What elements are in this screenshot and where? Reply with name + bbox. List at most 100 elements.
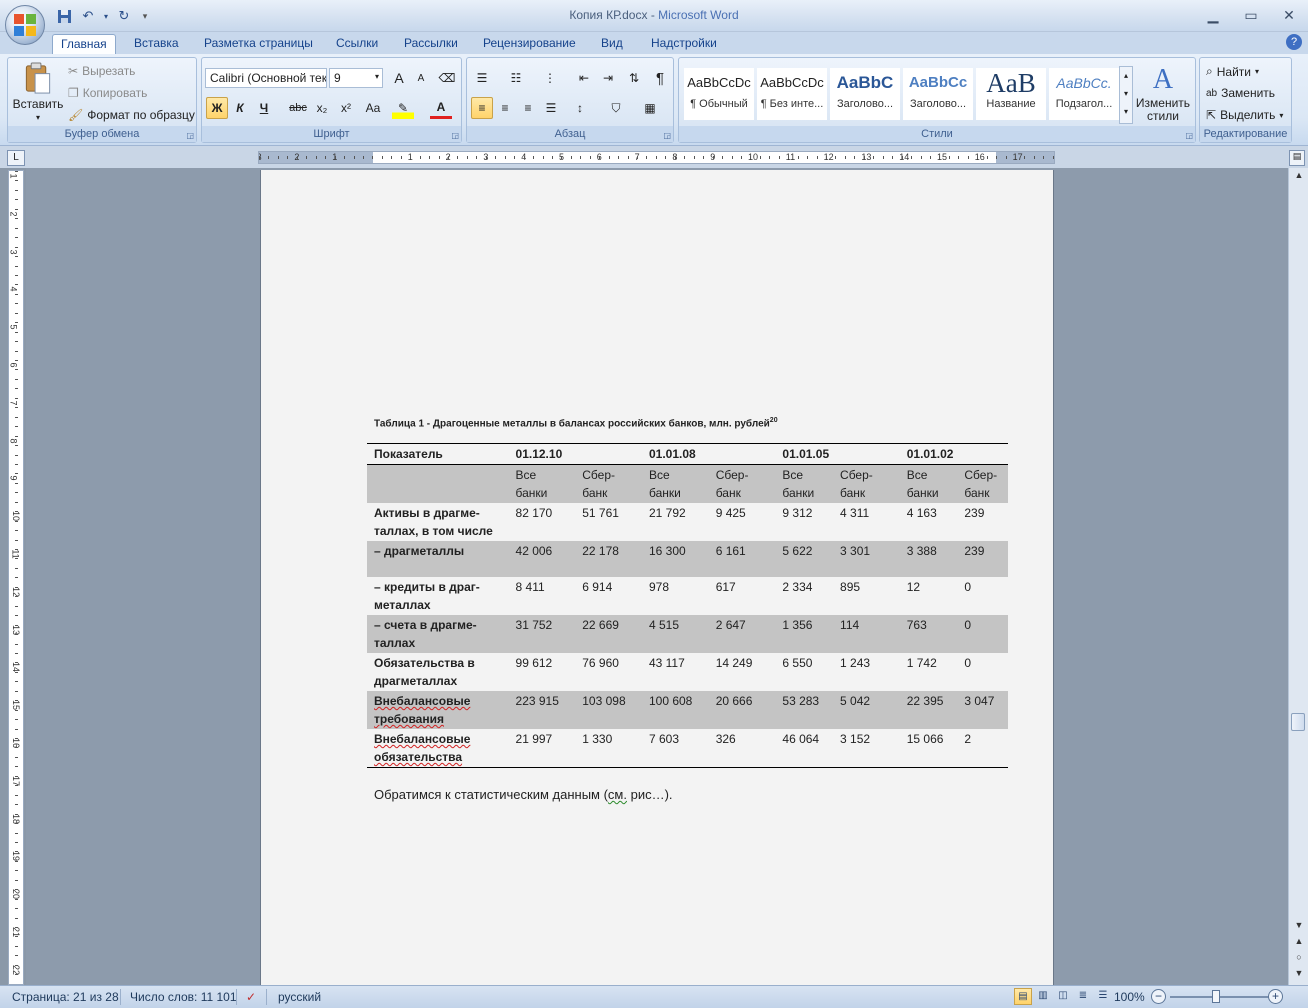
tab-view[interactable]: Вид: [593, 34, 631, 54]
spellcheck-icon[interactable]: ✓: [246, 990, 256, 1004]
zoom-in-icon[interactable]: +: [1268, 989, 1283, 1004]
style-title[interactable]: AaB Название: [976, 68, 1046, 120]
styles-group: AaBbCcDc ¶ Обычный AaBbCcDc ¶ Без инте..…: [678, 57, 1196, 143]
ruler-tick: [797, 156, 799, 159]
styles-scroll[interactable]: ▴ ▾ ▾: [1119, 66, 1133, 124]
font-launcher-icon[interactable]: ◲: [451, 131, 459, 140]
align-left-button[interactable]: ≡: [471, 97, 493, 119]
style-normal[interactable]: AaBbCcDc ¶ Обычный: [684, 68, 754, 120]
page-counter[interactable]: Страница: 21 из 28: [12, 990, 119, 1004]
tab-page-layout[interactable]: Разметка страницы: [196, 34, 321, 54]
underline-button[interactable]: Ч: [253, 97, 275, 119]
outline-view-icon[interactable]: ≣: [1074, 988, 1092, 1005]
shrink-font-button[interactable]: A: [410, 67, 432, 89]
superscript-button[interactable]: x²: [335, 97, 357, 119]
numbering-button[interactable]: ☷: [505, 67, 527, 89]
find-button[interactable]: ⌕ Найти ▾: [1206, 64, 1259, 79]
style-heading-1[interactable]: AaBbC Заголово...: [830, 68, 900, 120]
multilevel-list-button[interactable]: ⋮: [539, 67, 561, 89]
highlight-button[interactable]: ✎: [392, 97, 414, 119]
sort-button[interactable]: ⇅: [623, 67, 645, 89]
change-case-button[interactable]: Aa: [360, 97, 386, 119]
maximize-button[interactable]: ▭: [1232, 0, 1270, 30]
minimize-button[interactable]: ▁: [1194, 0, 1232, 30]
bullets-button[interactable]: ☰: [471, 67, 493, 89]
tab-home[interactable]: Главная: [52, 34, 116, 54]
show-marks-button[interactable]: ¶: [649, 67, 671, 89]
help-icon[interactable]: ?: [1286, 34, 1302, 50]
font-color-button[interactable]: A: [430, 97, 452, 119]
ruler-tick: [438, 156, 440, 159]
close-button[interactable]: ✕: [1270, 0, 1308, 30]
borders-button[interactable]: ▦: [639, 97, 661, 119]
draft-view-icon[interactable]: ☰: [1094, 988, 1112, 1005]
print-layout-view-icon[interactable]: ▤: [1014, 988, 1032, 1005]
change-styles-button[interactable]: A Изменить стили: [1135, 64, 1191, 123]
italic-button[interactable]: К: [229, 97, 251, 119]
paste-button[interactable]: Вставить ▾: [10, 62, 66, 122]
tab-review[interactable]: Рецензирование: [475, 34, 584, 54]
vertical-ruler[interactable]: 1 2 3 4 5 6 7 8 9 10 11 12 13 14 15 16 17 18 19 20 21 22: [8, 170, 24, 985]
tab-selector-icon[interactable]: L: [7, 150, 25, 166]
line-spacing-button[interactable]: ↕: [569, 97, 591, 119]
ruler-tick: [15, 889, 18, 891]
paragraph-launcher-icon[interactable]: ◲: [663, 131, 671, 140]
ruler-toggle-icon[interactable]: ▤: [1289, 150, 1305, 166]
clipboard-launcher-icon[interactable]: ◲: [186, 131, 194, 140]
zoom-out-icon[interactable]: −: [1151, 989, 1166, 1004]
align-right-button[interactable]: ≡: [517, 97, 539, 119]
styles-launcher-icon[interactable]: ◲: [1185, 131, 1193, 140]
ruler-tick: [15, 832, 18, 834]
grow-font-button[interactable]: A: [388, 67, 410, 89]
tab-insert[interactable]: Вставка: [126, 34, 187, 54]
scroll-down-icon[interactable]: ▼: [1292, 920, 1306, 934]
ruler-tick: [15, 974, 18, 976]
zoom-level[interactable]: 100%: [1114, 990, 1145, 1004]
ruler-tick: [15, 719, 18, 721]
scroll-thumb[interactable]: [1291, 713, 1305, 731]
office-button[interactable]: [5, 5, 45, 45]
table-cell: 0: [964, 656, 972, 670]
justify-button[interactable]: ☰: [540, 97, 562, 119]
language-indicator[interactable]: русский: [278, 990, 321, 1004]
style-subtitle[interactable]: AaBbCc. Подзагол...: [1049, 68, 1119, 120]
shading-button[interactable]: ⛉: [605, 97, 627, 119]
clear-format-button[interactable]: ⌫: [436, 67, 458, 89]
align-center-button[interactable]: ≡: [494, 97, 516, 119]
ruler-tick: [873, 156, 875, 159]
zoom-slider-knob[interactable]: [1212, 990, 1220, 1003]
header-cell: 01.01.08: [641, 443, 776, 465]
style-no-spacing[interactable]: AaBbCcDc ¶ Без инте...: [757, 68, 827, 120]
zoom-slider-track[interactable]: [1170, 996, 1270, 998]
tab-mailings[interactable]: Рассылки: [396, 34, 466, 54]
subheader-cell: Все банки: [641, 464, 709, 503]
vertical-scrollbar[interactable]: ▲ ▼ ▲ ○ ▼: [1288, 168, 1308, 985]
tab-addins[interactable]: Надстройки: [643, 34, 725, 54]
ruler-tick: [589, 156, 591, 159]
browse-object-icon[interactable]: ○: [1292, 952, 1306, 966]
scroll-up-icon[interactable]: ▲: [1292, 170, 1306, 184]
horizontal-ruler[interactable]: 3211234567891011121314151617: [258, 151, 1055, 164]
document-page[interactable]: Таблица 1 - Драгоценные металлы в баланс…: [260, 170, 1054, 985]
web-layout-icon[interactable]: ◫: [1054, 988, 1072, 1005]
font-size-combo[interactable]: 9 ▾: [329, 68, 383, 88]
ruler-tick: [15, 756, 18, 758]
strikethrough-icon: abc: [289, 102, 307, 114]
copy-button[interactable]: ❐ Копировать: [68, 86, 147, 100]
format-painter-button[interactable]: 🖌 Формат по образцу: [68, 108, 195, 122]
style-heading-2[interactable]: AaBbCc Заголово...: [903, 68, 973, 120]
bold-button[interactable]: Ж: [206, 97, 228, 119]
subscript-button[interactable]: x₂: [311, 97, 333, 119]
prev-page-icon[interactable]: ▲: [1292, 936, 1306, 950]
select-button[interactable]: ⇱ Выделить ▾: [1206, 108, 1283, 122]
increase-indent-button[interactable]: ⇥: [597, 67, 619, 89]
decrease-indent-button[interactable]: ⇤: [573, 67, 595, 89]
full-screen-reading-icon[interactable]: ▥: [1034, 988, 1052, 1005]
tab-references[interactable]: Ссылки: [328, 34, 386, 54]
word-counter[interactable]: Число слов: 11 101: [130, 990, 237, 1004]
next-page-icon[interactable]: ▼: [1292, 968, 1306, 982]
font-name-combo[interactable]: Calibri (Основной текст): [205, 68, 327, 88]
strikethrough-button[interactable]: abc: [287, 97, 309, 119]
replace-button[interactable]: ab Заменить: [1206, 86, 1275, 100]
cut-button[interactable]: ✂ Вырезать: [68, 64, 135, 78]
